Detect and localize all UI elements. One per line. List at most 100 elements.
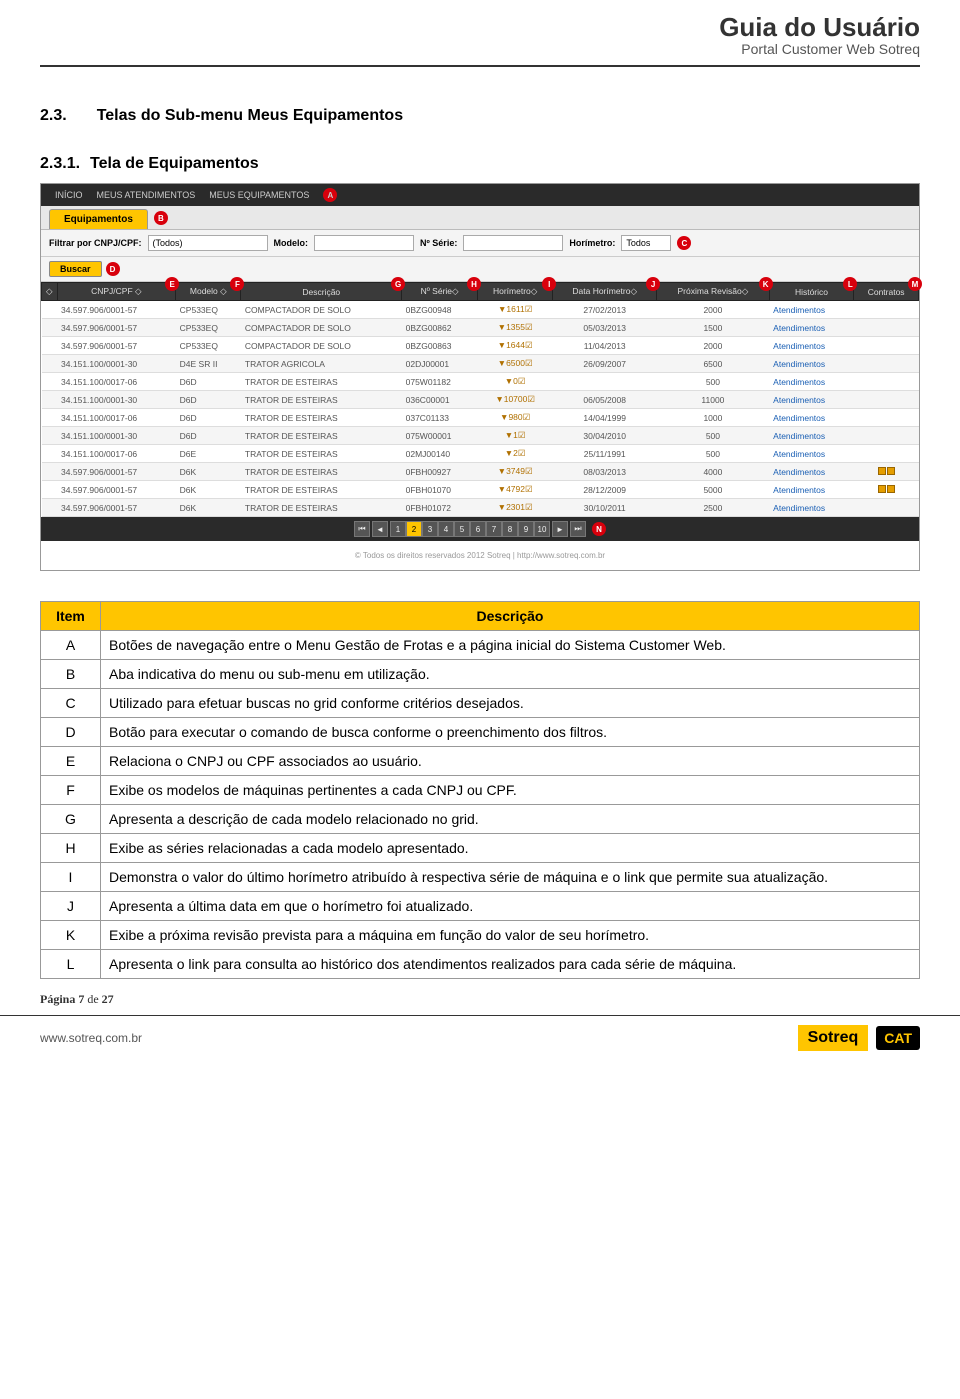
filter-horim-field[interactable]: Todos xyxy=(621,235,671,251)
table-row: 34.151.100/0017-06 D6E TRATOR DE ESTEIRA… xyxy=(42,445,919,463)
desc-header-desc: Descrição xyxy=(101,602,920,631)
atendimentos-link[interactable]: Atendimentos xyxy=(769,373,854,391)
nav-inicio[interactable]: INÍCIO xyxy=(55,190,83,200)
header-title: Guia do Usuário xyxy=(719,12,920,43)
col-modelo[interactable]: FModelo ◇ xyxy=(176,283,241,301)
filter-cnpj-field[interactable]: (Todos) xyxy=(148,235,268,251)
atendimentos-link[interactable]: Atendimentos xyxy=(769,445,854,463)
atendimentos-link[interactable]: Atendimentos xyxy=(769,481,854,499)
desc-row: LApresenta o link para consulta ao histó… xyxy=(41,950,920,979)
col-revisao[interactable]: KPróxima Revisão◇ xyxy=(657,283,770,301)
pager-first[interactable]: ⏮ xyxy=(354,521,370,537)
table-row: 34.597.906/0001-57 D6K TRATOR DE ESTEIRA… xyxy=(42,463,919,481)
pager-page[interactable]: 3 xyxy=(422,521,438,537)
pager-page[interactable]: 8 xyxy=(502,521,518,537)
atendimentos-link[interactable]: Atendimentos xyxy=(769,427,854,445)
table-row: 34.151.100/0017-06 D6D TRATOR DE ESTEIRA… xyxy=(42,373,919,391)
footer-url: www.sotreq.com.br xyxy=(40,1031,142,1045)
atendimentos-link[interactable]: Atendimentos xyxy=(769,409,854,427)
doc-footer: www.sotreq.com.br Sotreq CAT xyxy=(0,1015,960,1059)
badge-k: K xyxy=(759,277,773,291)
desc-row: CUtilizado para efetuar buscas no grid c… xyxy=(41,689,920,718)
filter-modelo-field[interactable] xyxy=(314,235,414,251)
table-row: 34.151.100/0017-06 D6D TRATOR DE ESTEIRA… xyxy=(42,409,919,427)
pager-page[interactable]: 7 xyxy=(486,521,502,537)
desc-row: ERelaciona o CNPJ ou CPF associados ao u… xyxy=(41,747,920,776)
table-row: 34.597.906/0001-57 CP533EQ COMPACTADOR D… xyxy=(42,301,919,319)
header-rule xyxy=(40,65,920,67)
desc-table: Item Descrição ABotões de navegação entr… xyxy=(40,601,920,979)
pager-page[interactable]: 4 xyxy=(438,521,454,537)
table-row: 34.151.100/0001-30 D4E SR II TRATOR AGRI… xyxy=(42,355,919,373)
pager-page[interactable]: 6 xyxy=(470,521,486,537)
pager-page[interactable]: 1 xyxy=(390,521,406,537)
col-hist[interactable]: LHistórico xyxy=(769,283,854,301)
col-contr[interactable]: MContratos xyxy=(854,283,919,301)
contract-icon[interactable] xyxy=(887,485,895,493)
col-horim[interactable]: IHorímetro◇ xyxy=(478,283,553,301)
desc-row: ABotões de navegação entre o Menu Gestão… xyxy=(41,631,920,660)
nav-equip[interactable]: MEUS EQUIPAMENTOS xyxy=(209,190,309,200)
pager-page[interactable]: 5 xyxy=(454,521,470,537)
desc-row: FExibe os modelos de máquinas pertinente… xyxy=(41,776,920,805)
ss-nav: INÍCIO MEUS ATENDIMENTOS MEUS EQUIPAMENT… xyxy=(41,184,919,206)
desc-row: KExibe a próxima revisão prevista para a… xyxy=(41,921,920,950)
logo-cat: CAT xyxy=(876,1026,920,1050)
atendimentos-link[interactable]: Atendimentos xyxy=(769,499,854,517)
filter-serie-field[interactable] xyxy=(463,235,563,251)
section-number: 2.3. xyxy=(40,107,67,125)
atendimentos-link[interactable]: Atendimentos xyxy=(769,319,854,337)
nav-atend[interactable]: MEUS ATENDIMENTOS xyxy=(97,190,196,200)
pager-last[interactable]: ⏭ xyxy=(570,521,586,537)
col-cnpj[interactable]: ECNPJ/CPF ◇ xyxy=(57,283,176,301)
filter-modelo-label: Modelo: xyxy=(274,238,309,248)
subsection-number: 2.3.1. xyxy=(40,155,80,173)
logo-sotreq: Sotreq xyxy=(798,1025,869,1051)
filter-bar: Filtrar por CNPJ/CPF: (Todos) Modelo: Nº… xyxy=(41,230,919,257)
pager-page[interactable]: 9 xyxy=(518,521,534,537)
table-row: 34.597.906/0001-57 D6K TRATOR DE ESTEIRA… xyxy=(42,481,919,499)
desc-row: DBotão para executar o comando de busca … xyxy=(41,718,920,747)
page-number: Página 7 de 27 xyxy=(40,992,114,1007)
atendimentos-link[interactable]: Atendimentos xyxy=(769,463,854,481)
badge-a: A xyxy=(323,188,337,202)
contract-icon[interactable] xyxy=(878,467,886,475)
tab-equipamentos[interactable]: Equipamentos xyxy=(49,209,148,229)
equip-grid: ◇ ECNPJ/CPF ◇ FModelo ◇ GDescrição HNº S… xyxy=(41,282,919,517)
badge-b: B xyxy=(154,211,168,225)
table-row: 34.597.906/0001-57 D6K TRATOR DE ESTEIRA… xyxy=(42,499,919,517)
atendimentos-link[interactable]: Atendimentos xyxy=(769,337,854,355)
desc-row: BAba indicativa do menu ou sub-menu em u… xyxy=(41,660,920,689)
subsection-title: Tela de Equipamentos xyxy=(90,155,259,173)
pager-prev[interactable]: ◄ xyxy=(372,521,388,537)
col-data[interactable]: JData Horímetro◇ xyxy=(553,283,657,301)
header-subtitle: Portal Customer Web Sotreq xyxy=(719,41,920,57)
filter-horim-label: Horímetro: xyxy=(569,238,615,248)
contract-icon[interactable] xyxy=(878,485,886,493)
pager-next[interactable]: ► xyxy=(552,521,568,537)
pager-page[interactable]: 2 xyxy=(406,521,422,537)
table-row: 34.151.100/0001-30 D6D TRATOR DE ESTEIRA… xyxy=(42,427,919,445)
col-desc[interactable]: GDescrição xyxy=(241,283,402,301)
atendimentos-link[interactable]: Atendimentos xyxy=(769,301,854,319)
filter-cnpj-label: Filtrar por CNPJ/CPF: xyxy=(49,238,142,248)
desc-row: JApresenta a última data em que o horíme… xyxy=(41,892,920,921)
atendimentos-link[interactable]: Atendimentos xyxy=(769,355,854,373)
tab-row: Equipamentos B xyxy=(41,206,919,230)
col-serie[interactable]: HNº Série◇ xyxy=(402,283,478,301)
screenshot: INÍCIO MEUS ATENDIMENTOS MEUS EQUIPAMENT… xyxy=(40,183,920,571)
section-row: 2.3. Telas do Sub-menu Meus Equipamentos xyxy=(40,87,920,125)
ss-footer: © Todos os direitos reservados 2012 Sotr… xyxy=(41,541,919,570)
subsection-row: 2.3.1. Tela de Equipamentos xyxy=(40,135,920,173)
badge-h: H xyxy=(467,277,481,291)
badge-d: D xyxy=(106,262,120,276)
atendimentos-link[interactable]: Atendimentos xyxy=(769,391,854,409)
badge-n: N xyxy=(592,522,606,536)
contract-icon[interactable] xyxy=(887,467,895,475)
pager-page[interactable]: 10 xyxy=(534,521,550,537)
badge-m: M xyxy=(908,277,922,291)
col-sort[interactable]: ◇ xyxy=(42,283,58,301)
desc-row: IDemonstra o valor do último horímetro a… xyxy=(41,863,920,892)
buscar-button[interactable]: Buscar xyxy=(49,261,102,277)
filter-serie-label: Nº Série: xyxy=(420,238,457,248)
